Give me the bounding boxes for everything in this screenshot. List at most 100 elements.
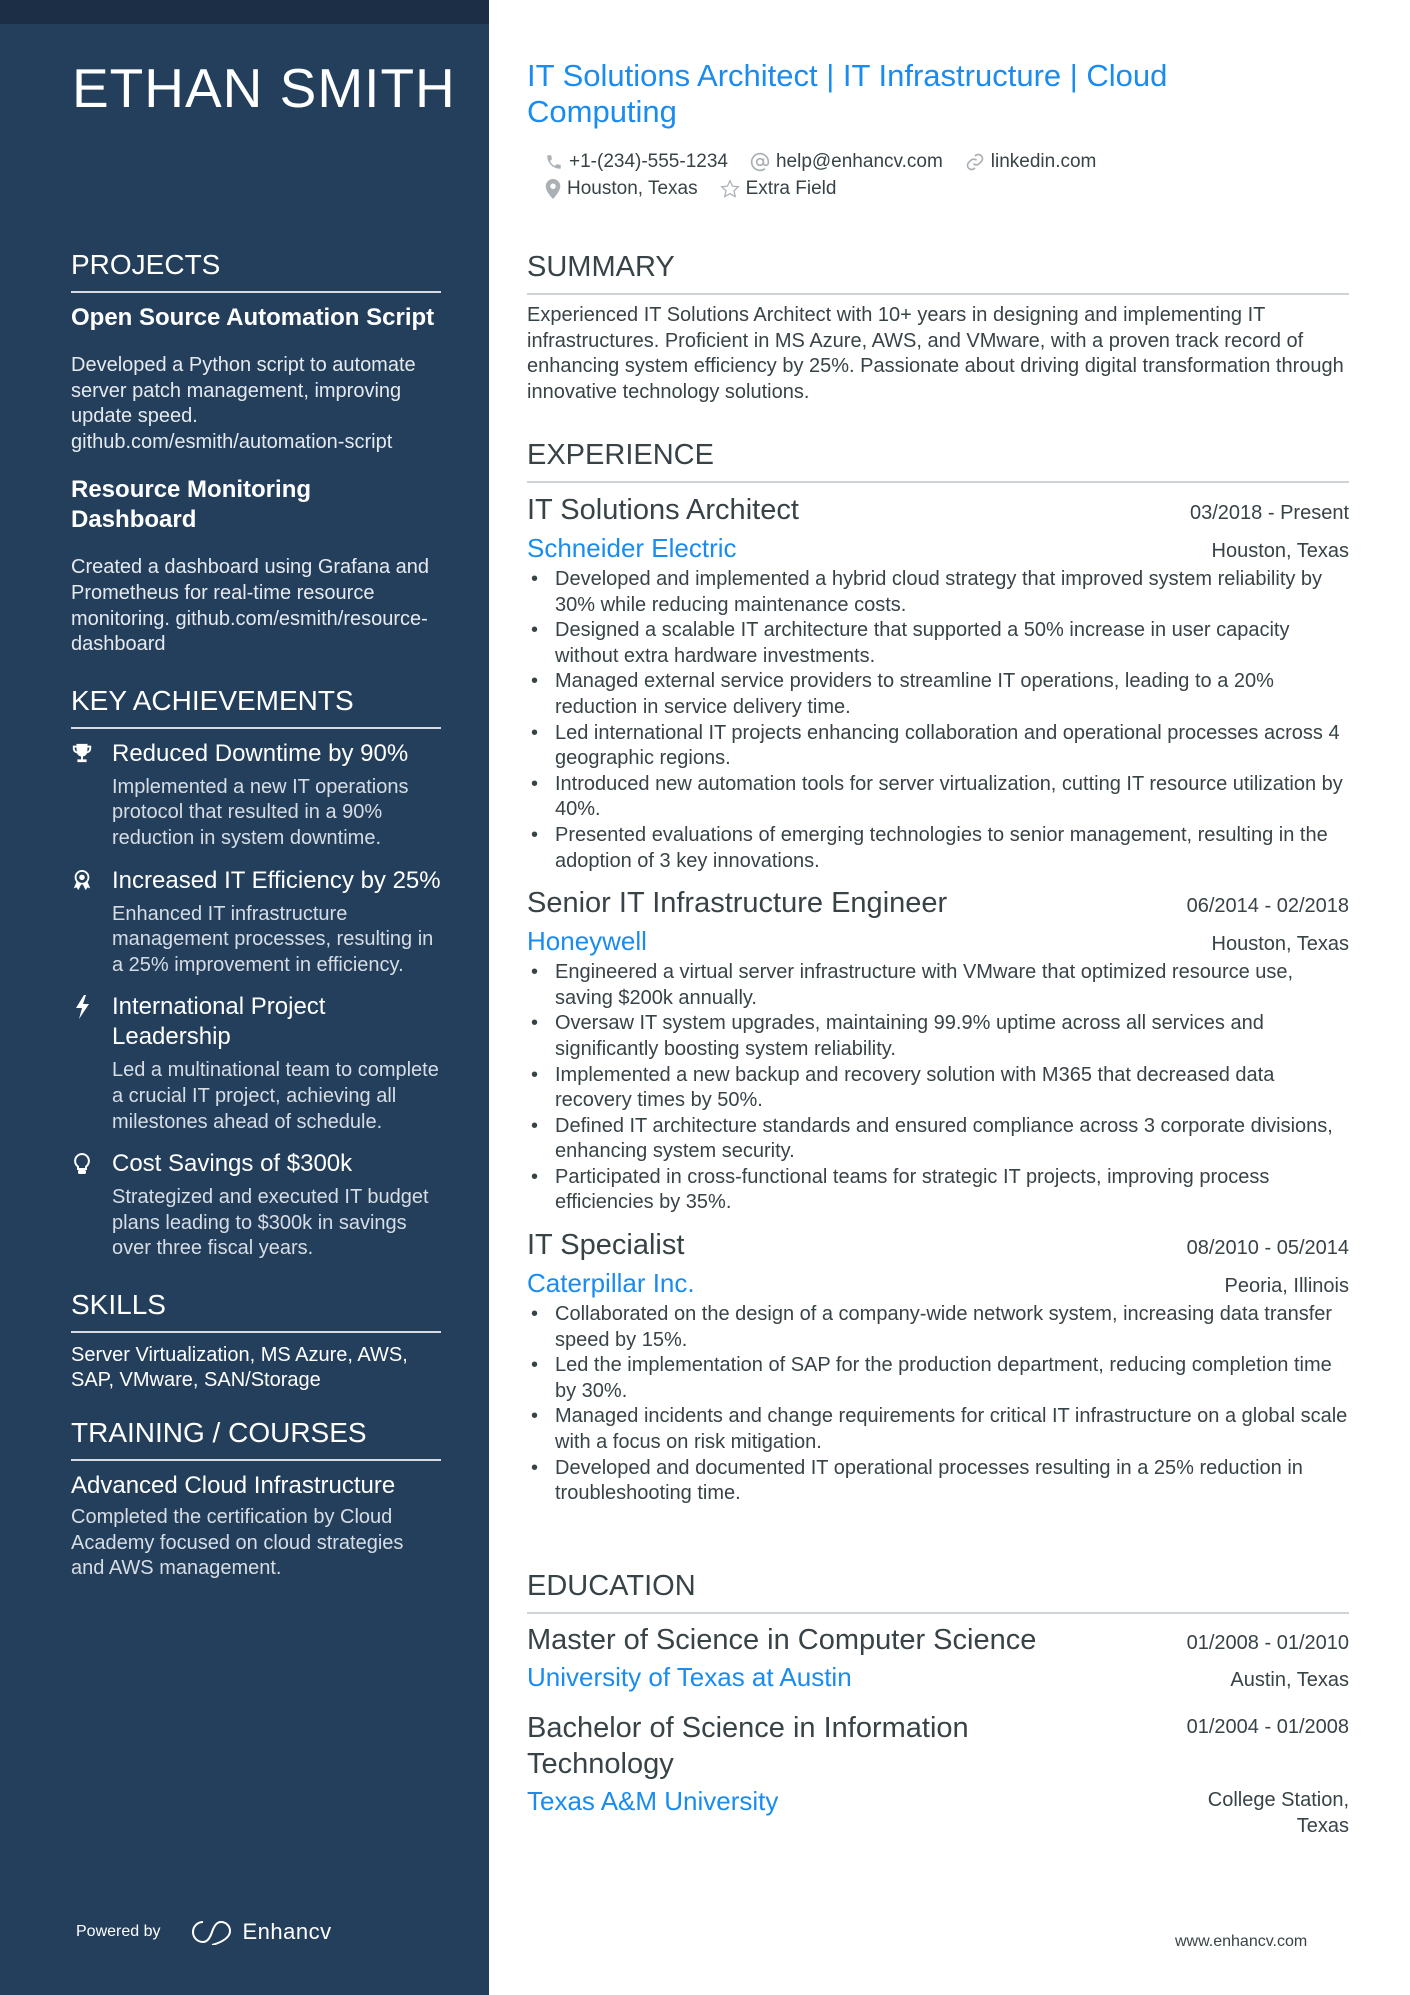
bullet-item: Led international IT projects enhancing … (531, 721, 1349, 772)
enhancv-logo[interactable]: Enhancv (189, 1919, 332, 1945)
star-icon (719, 178, 740, 198)
training-section: TRAINING / COURSES Advanced Cloud Infras… (71, 1416, 441, 1582)
top-bar (0, 0, 489, 24)
bullet-item: Implemented a new backup and recovery so… (531, 1063, 1349, 1114)
achievement-title: Cost Savings of $300k (112, 1150, 353, 1178)
location-text: Houston, Texas (567, 177, 698, 199)
company-name[interactable]: Honeywell (527, 922, 647, 960)
email-contact[interactable]: help@enhancv.com (750, 151, 943, 173)
experience-heading: EXPERIENCE (527, 437, 1349, 483)
achievement-description: Implemented a new IT operations protocol… (112, 775, 409, 849)
phone-icon (547, 154, 561, 169)
projects-heading: PROJECTS (71, 248, 441, 293)
achievement-item: Increased IT Efficiency by 25% Enhanced … (71, 866, 441, 979)
sidebar: ETHAN SMITH PROJECTS Open Source Automat… (0, 0, 489, 1995)
achievement-description: Led a multinational team to complete a c… (112, 1059, 439, 1133)
skills-list: Server Virtualization, MS Azure, AWS, SA… (71, 1343, 408, 1392)
powered-by: Powered by Enhancv (76, 1919, 332, 1945)
lightning-bolt-icon (71, 995, 93, 1020)
job-title: IT Solutions Architect (527, 494, 799, 526)
bullet-item: Developed and documented IT operational … (531, 1456, 1349, 1507)
job-dates: 08/2010 - 05/2014 (1186, 1237, 1349, 1260)
summary-text: Experienced IT Solutions Architect with … (527, 304, 1344, 403)
achievement-title: Increased IT Efficiency by 25% (112, 866, 441, 894)
contact-info: +1-(234)-555-1234 help@enhancv.com linke… (545, 148, 1345, 202)
job-entry: Senior IT Infrastructure Engineer 06/201… (527, 884, 1349, 1216)
course-description: Completed the certification by Cloud Aca… (71, 1506, 404, 1580)
skills-heading: SKILLS (71, 1288, 441, 1333)
education-location: Austin, Texas (1230, 1669, 1349, 1691)
lightbulb-icon (71, 1152, 93, 1176)
education-section: EDUCATION Master of Science in Computer … (527, 1568, 1349, 1853)
candidate-name: ETHAN SMITH (72, 57, 456, 119)
course-title: Advanced Cloud Infrastructure (71, 1472, 396, 1500)
enhancv-logo-icon (191, 1920, 231, 1945)
bullet-item: Presented evaluations of emerging techno… (531, 823, 1349, 874)
headline: IT Solutions Architect | IT Infrastructu… (527, 58, 1168, 129)
project-title: Open Source Automation Script (71, 304, 435, 331)
bullet-item: Engineered a virtual server infrastructu… (531, 960, 1349, 1011)
job-bullets: Developed and implemented a hybrid cloud… (527, 567, 1349, 874)
bullet-item: Managed incidents and change requirement… (531, 1404, 1349, 1455)
achievement-title: International Project Leadership (112, 993, 326, 1051)
link-text: linkedin.com (990, 150, 1097, 172)
footer-url[interactable]: www.enhancv.com (1175, 1933, 1307, 1951)
email-text: help@enhancv.com (775, 150, 943, 172)
school-name[interactable]: Texas A&M University (527, 1782, 778, 1820)
phone-contact[interactable]: +1-(234)-555-1234 (545, 151, 728, 173)
education-entry: Bachelor of Science in Information Techn… (527, 1710, 1349, 1839)
link-icon (966, 153, 984, 170)
company-name[interactable]: Schneider Electric (527, 529, 737, 567)
project-item: Open Source Automation Script Developed … (71, 303, 441, 455)
education-entry: Master of Science in Computer Science 01… (527, 1622, 1349, 1696)
bullet-item: Collaborated on the design of a company-… (531, 1302, 1349, 1353)
sidebar-content: PROJECTS Open Source Automation Script D… (71, 248, 441, 1582)
bullet-item: Oversaw IT system upgrades, maintaining … (531, 1011, 1349, 1062)
education-location: College Station, Texas (1207, 1789, 1349, 1837)
job-entry: IT Solutions Architect 03/2018 - Present… (527, 491, 1349, 874)
course-item: Advanced Cloud Infrastructure Completed … (71, 1471, 441, 1582)
achievement-item: International Project Leadership Led a m… (71, 992, 441, 1135)
bullet-item: Developed and implemented a hybrid cloud… (531, 567, 1349, 618)
bullet-item: Designed a scalable IT architecture that… (531, 618, 1349, 669)
project-item: Resource Monitoring Dashboard Created a … (71, 475, 441, 657)
degree: Master of Science in Computer Science (527, 1624, 1037, 1656)
brand-name: Enhancv (242, 1919, 332, 1944)
bullet-item: Defined IT architecture standards and en… (531, 1114, 1349, 1165)
extra-field-contact: Extra Field (719, 177, 837, 200)
job-dates: 06/2014 - 02/2018 (1186, 895, 1349, 918)
trophy-icon (71, 742, 93, 766)
job-location: Peoria, Illinois (1224, 1275, 1349, 1298)
job-title: IT Specialist (527, 1229, 685, 1262)
achievements-section: KEY ACHIEVEMENTS Reduced Downtime by 90%… (71, 684, 441, 1262)
experience-section: EXPERIENCE IT Solutions Architect 03/201… (527, 437, 1349, 1517)
job-dates: 03/2018 - Present (1190, 502, 1349, 524)
achievements-heading: KEY ACHIEVEMENTS (71, 684, 441, 729)
school-name[interactable]: University of Texas at Austin (527, 1658, 852, 1696)
achievement-description: Enhanced IT infrastructure management pr… (112, 902, 434, 976)
skills-section: SKILLS Server Virtualization, MS Azure, … (71, 1288, 441, 1394)
training-heading: TRAINING / COURSES (71, 1416, 441, 1462)
achievement-item: Reduced Downtime by 90% Implemented a ne… (71, 739, 441, 852)
summary-section: SUMMARY Experienced IT Solutions Archite… (527, 249, 1349, 405)
degree: Bachelor of Science in Information Techn… (527, 1712, 969, 1780)
bullet-item: Participated in cross-functional teams f… (531, 1165, 1349, 1216)
extra-field-text: Extra Field (745, 177, 837, 199)
bullet-item: Managed external service providers to st… (531, 669, 1349, 720)
award-ribbon-icon (71, 869, 93, 893)
link-contact[interactable]: linkedin.com (965, 150, 1097, 173)
location-contact: Houston, Texas (545, 178, 698, 200)
at-sign-icon (750, 152, 770, 171)
job-bullets: Collaborated on the design of a company-… (527, 1302, 1349, 1507)
projects-section: PROJECTS Open Source Automation Script D… (71, 248, 441, 658)
location-pin-icon (545, 178, 561, 199)
company-name[interactable]: Caterpillar Inc. (527, 1264, 695, 1302)
job-entry: IT Specialist 08/2010 - 05/2014 Caterpil… (527, 1226, 1349, 1507)
education-dates: 01/2008 - 01/2010 (1186, 1632, 1349, 1654)
job-bullets: Engineered a virtual server infrastructu… (527, 960, 1349, 1216)
bullet-item: Led the implementation of SAP for the pr… (531, 1353, 1349, 1404)
phone-text: +1-(234)-555-1234 (569, 150, 728, 172)
job-location: Houston, Texas (1211, 933, 1350, 956)
summary-heading: SUMMARY (527, 249, 1349, 295)
project-description: Created a dashboard using Grafana and Pr… (71, 556, 430, 656)
